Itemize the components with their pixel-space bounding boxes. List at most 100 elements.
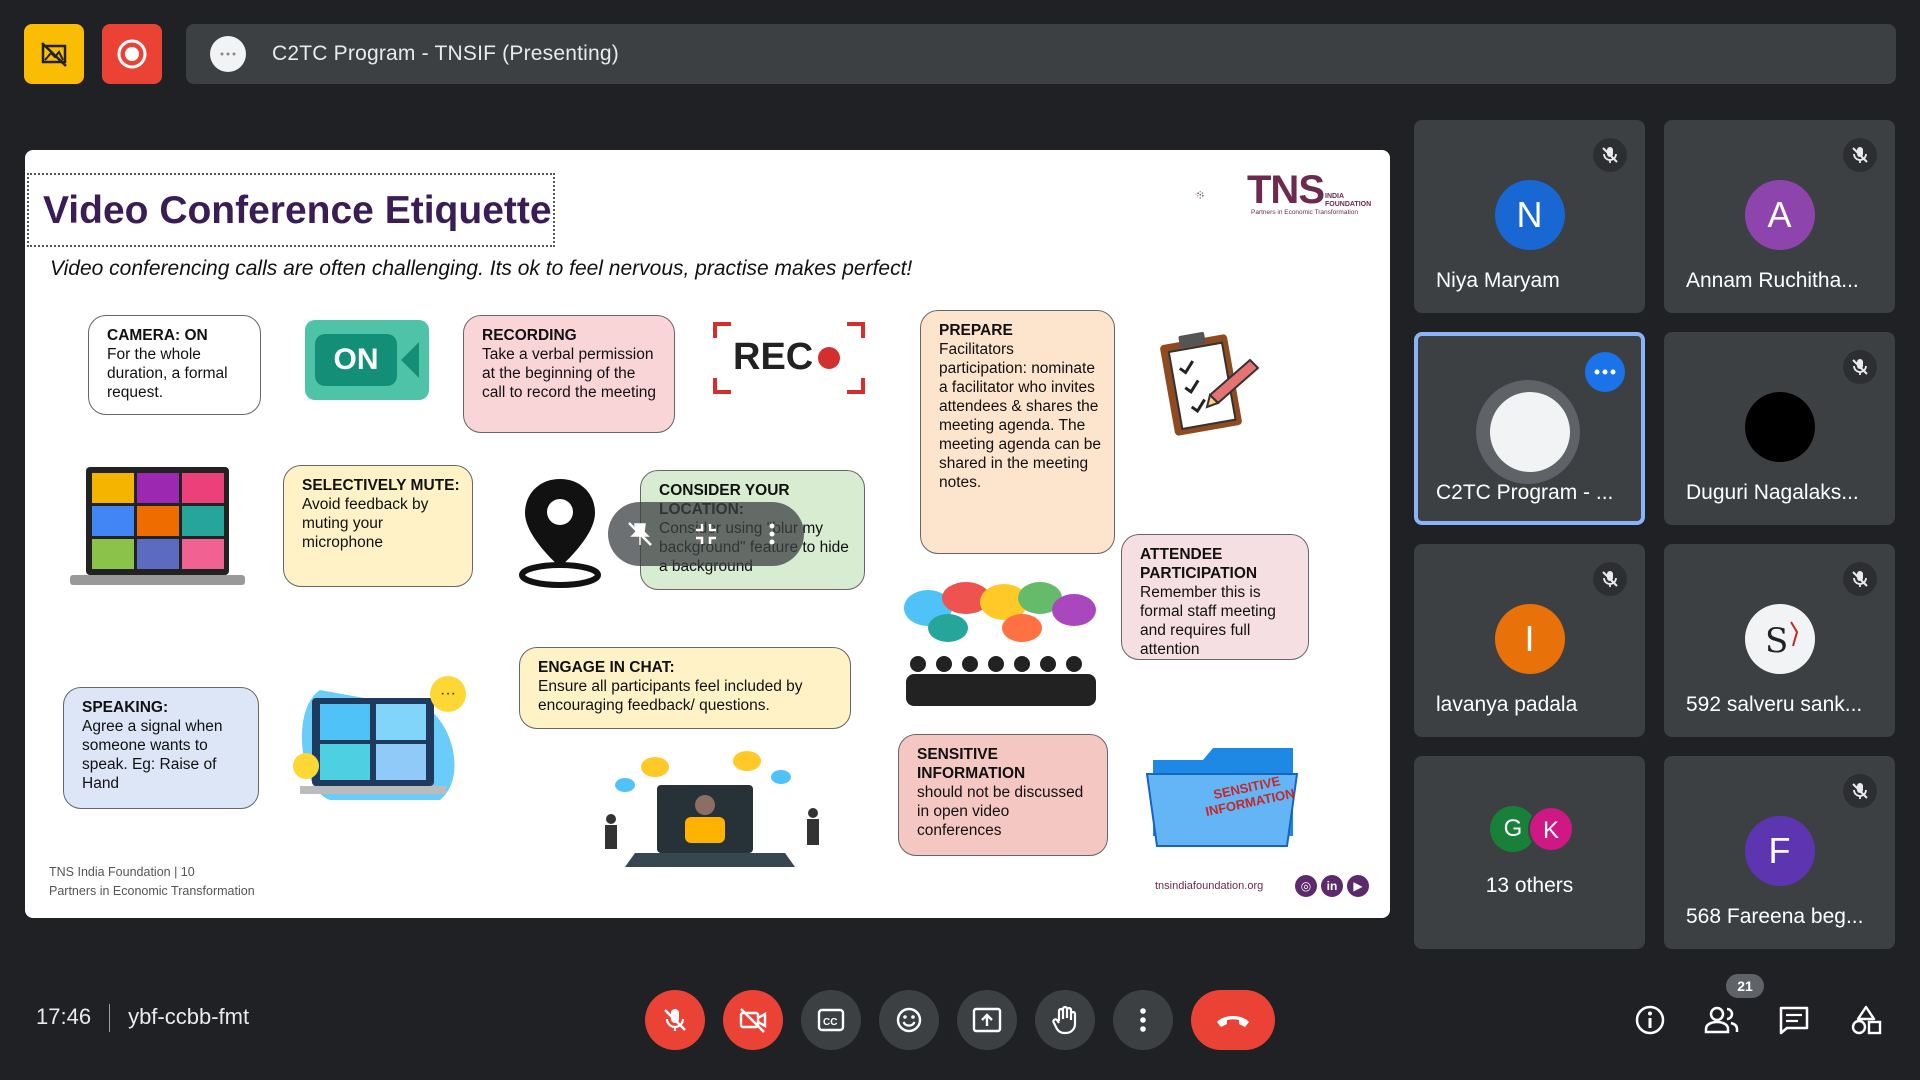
participant-tile[interactable]: Duguri Nagalaks... [1664, 332, 1895, 525]
mic-off-icon [1843, 138, 1877, 172]
rec-icon: REC [713, 322, 865, 394]
participant-name: 592 salveru sank... [1686, 693, 1863, 716]
avatar: I [1494, 604, 1565, 674]
closed-captions-icon: CC [817, 1008, 845, 1032]
camera-heading: CAMERA: ON [107, 327, 208, 344]
participant-count-badge: 21 [1726, 974, 1764, 998]
tns-logo-icon [1195, 190, 1204, 199]
mic-off-icon [1843, 562, 1877, 596]
speaking-bubble: SPEAKING: Agree a signal when someone wa… [63, 687, 259, 809]
slide-subtitle: Video conferencing calls are often chall… [50, 257, 913, 280]
captions-button[interactable]: CC [801, 990, 861, 1050]
prepare-bubble: PREPARE Facilitators participation: nomi… [920, 310, 1115, 554]
participant-tile[interactable]: A Annam Ruchitha... [1664, 120, 1895, 313]
pin-off-icon[interactable] [626, 520, 654, 548]
divider [109, 1004, 111, 1033]
raise-hand-button[interactable] [1035, 990, 1095, 1050]
audience-speech-icon [904, 582, 1096, 706]
leave-call-button[interactable] [1191, 990, 1275, 1050]
participant-tile[interactable]: S 592 salveru sank... [1664, 544, 1895, 737]
participant-tile[interactable]: F 568 Fareena beg... [1664, 756, 1895, 949]
people-button[interactable] [1700, 998, 1744, 1042]
camera-bubble: CAMERA: ON For the whole duration, a for… [88, 315, 261, 415]
activities-shapes-icon [1851, 1005, 1882, 1035]
avatar-k: K [1528, 806, 1574, 852]
presentation-slide: Video Conference Etiquette Video confere… [25, 150, 1390, 918]
avatar: A [1744, 180, 1815, 250]
attendee-heading: ATTENDEE PARTICIPATION [1140, 546, 1258, 582]
attendee-text: Remember this is formal staff meeting an… [1140, 584, 1276, 658]
slide-footer-url: tnsindiafoundation.org [1155, 880, 1264, 892]
more-options-icon[interactable] [758, 520, 786, 548]
more-options-button[interactable] [1585, 352, 1625, 392]
chat-icon [1779, 1006, 1809, 1035]
mute-text: Avoid feedback by muting your microphone [302, 496, 429, 551]
mic-toggle-button[interactable] [645, 990, 705, 1050]
presentation-title-bar[interactable]: C2TC Program - TNSIF (Presenting) [186, 24, 1896, 84]
prepare-heading: PREPARE [939, 322, 1013, 339]
participant-name: Niya Maryam [1436, 269, 1560, 292]
instagram-icon: ◎ [1295, 875, 1317, 897]
people-icon [1704, 1006, 1739, 1034]
avatar [1744, 392, 1815, 462]
mute-bubble: SELECTIVELY MUTE: Avoid feedback by muti… [283, 465, 473, 587]
clipboard-icon [1160, 332, 1260, 436]
call-end-icon [1217, 1016, 1249, 1027]
participant-tile[interactable]: I lavanya padala [1414, 544, 1645, 737]
tns-logo-india: INDIA FOUNDATION [1325, 193, 1372, 208]
avatar [1489, 392, 1570, 472]
avatar: S [1744, 604, 1815, 674]
slide-footer-left: TNS India Foundation | 10 Partners in Ec… [49, 863, 255, 901]
speaking-heading: SPEAKING: [82, 699, 169, 716]
recording-text: Take a verbal permission at the beginnin… [482, 346, 657, 401]
participant-name: C2TC Program - ... [1436, 481, 1614, 504]
presentation-overlay-controls[interactable] [608, 502, 804, 566]
activities-button[interactable] [1844, 998, 1888, 1042]
chat-button[interactable] [1772, 998, 1816, 1042]
recording-button[interactable] [102, 24, 162, 84]
youtube-icon: ▶ [1347, 875, 1369, 897]
speaking-text: Agree a signal when someone wants to spe… [82, 718, 223, 792]
footer-page: TNS India Foundation | 10 [49, 865, 195, 879]
camera-toggle-button[interactable] [723, 990, 783, 1050]
svg-text:CC: CC [823, 1017, 837, 1028]
meeting-details-button[interactable] [1628, 998, 1672, 1042]
present-to-all-icon [972, 1007, 1002, 1033]
videocam-off-icon [739, 1008, 767, 1033]
video-grid-laptop-icon [70, 467, 245, 585]
participant-name: 568 Fareena beg... [1686, 905, 1864, 928]
participant-tile-presenter[interactable]: C2TC Program - ... [1414, 332, 1645, 525]
tns-logo-tagline: Partners in Economic Transformation [1251, 209, 1358, 216]
hand-icon [1052, 1005, 1077, 1035]
mic-off-icon [664, 1009, 686, 1031]
participant-tile[interactable]: N Niya Maryam [1414, 120, 1645, 313]
more-horiz-icon [1594, 369, 1616, 375]
participant-name: Duguri Nagalaks... [1686, 481, 1859, 504]
clock-time: 17:46 [36, 1004, 92, 1029]
more-vert-icon [1140, 1008, 1146, 1032]
sensitive-bubble: SENSITIVE INFORMATION should not be disc… [898, 734, 1108, 856]
camera-on-icon: ON [305, 320, 429, 400]
recording-heading: RECORDING [482, 327, 577, 344]
mic-off-icon [1593, 138, 1627, 172]
reactions-button[interactable] [879, 990, 939, 1050]
mute-heading: SELECTIVELY MUTE: [302, 477, 460, 494]
location-pin-icon [519, 479, 601, 588]
participant-name: Annam Ruchitha... [1686, 269, 1859, 292]
slide-title: Video Conference Etiquette [43, 189, 552, 232]
fullscreen-off-icon[interactable] [692, 520, 720, 548]
info-icon [1635, 1005, 1665, 1035]
mic-off-icon [1843, 774, 1877, 808]
present-button[interactable] [957, 990, 1017, 1050]
mic-off-icon [1843, 350, 1877, 384]
presenter-avatar [210, 36, 246, 72]
profile-picture-icon: S [1765, 621, 1798, 661]
participant-name: lavanya padala [1436, 693, 1578, 716]
more-options-button[interactable] [1113, 990, 1173, 1050]
hide-self-view-button[interactable] [24, 24, 84, 84]
slide-title-box: Video Conference Etiquette [27, 173, 555, 247]
on-label: ON [315, 334, 397, 386]
record-icon [117, 39, 147, 69]
rec-label: REC [733, 336, 814, 378]
others-tile[interactable]: G K 13 others [1414, 756, 1645, 949]
